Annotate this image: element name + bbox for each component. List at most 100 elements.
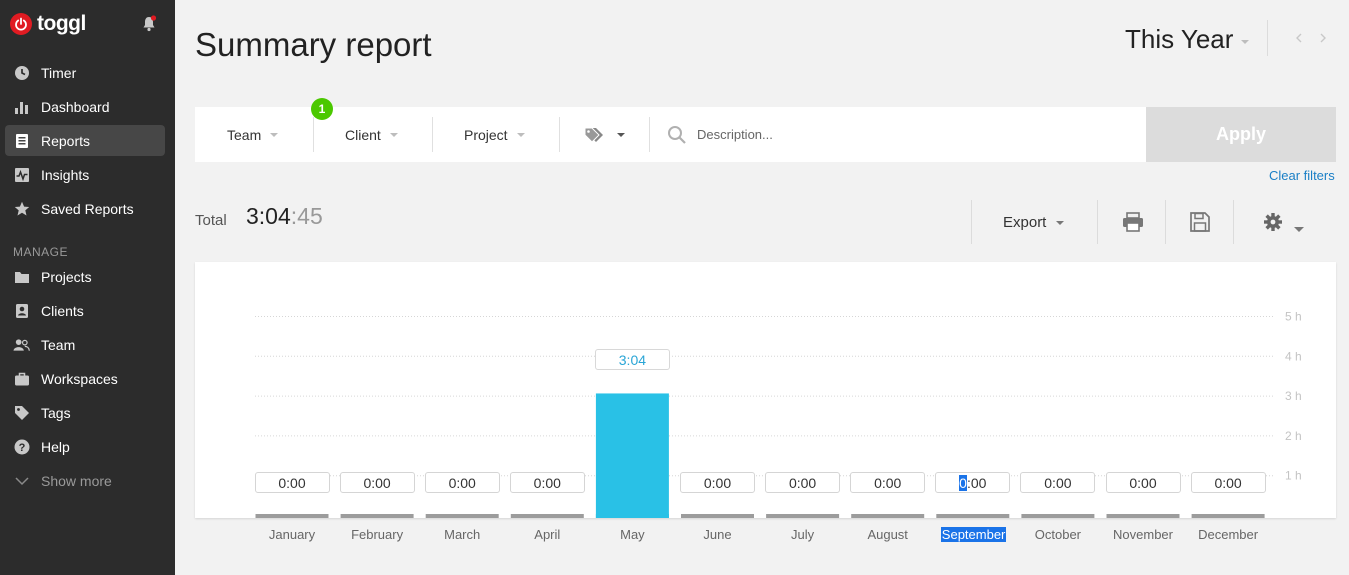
y-tick-label: 5 h: [1285, 310, 1302, 324]
y-tick-label: 3 h: [1285, 389, 1302, 403]
caret-down-icon: [516, 132, 525, 137]
caret-down-icon: [1241, 39, 1250, 44]
sidebar-item-dashboard[interactable]: Dashboard: [5, 91, 165, 122]
chevron-left-icon: [1296, 33, 1302, 43]
x-tick-label: December: [1198, 527, 1259, 542]
sidebar-item-label: Reports: [41, 132, 91, 149]
bar-value-label: 0:00: [254, 472, 330, 493]
bar-value-label: 0:00: [680, 472, 755, 493]
sidebar-item-insights[interactable]: Insights: [5, 159, 165, 190]
settings-button[interactable]: [1261, 210, 1285, 234]
contact-icon: [13, 302, 30, 319]
bar-baseline: [1021, 514, 1095, 518]
description-search-input[interactable]: [697, 124, 997, 144]
sidebar-item-help[interactable]: ? Help: [5, 431, 165, 462]
sidebar-item-projects[interactable]: Projects: [5, 261, 165, 292]
divider: [559, 117, 560, 152]
export-button[interactable]: Export: [1003, 214, 1065, 231]
sidebar-item-tags[interactable]: Tags: [5, 397, 165, 428]
filter-client[interactable]: Client: [345, 107, 398, 162]
divider: [1097, 200, 1098, 244]
sidebar-item-show-more[interactable]: Show more: [5, 465, 165, 496]
search-icon: [667, 107, 687, 162]
sidebar-item-label: Insights: [41, 166, 90, 183]
x-tick-label: April: [534, 527, 561, 542]
sidebar-item-clients[interactable]: Clients: [5, 295, 165, 326]
sidebar-item-label: Projects: [41, 268, 92, 285]
folder-icon: [13, 268, 30, 285]
save-icon[interactable]: [1188, 210, 1212, 234]
sidebar-item-timer[interactable]: Timer: [5, 57, 165, 88]
sidebar-item-team[interactable]: Team: [5, 329, 165, 360]
prev-period-button[interactable]: [1292, 31, 1306, 45]
bar-baseline: [851, 514, 925, 518]
bar-value-label: 0:00: [935, 472, 1011, 493]
x-tick-label: February: [351, 527, 404, 542]
bar-baseline: [936, 514, 1010, 518]
bar-baseline: [681, 514, 754, 518]
brand-name: toggl: [37, 12, 86, 35]
bar-baseline: [766, 514, 840, 518]
caret-down-icon: [1056, 220, 1065, 225]
y-tick-label: 4 h: [1285, 349, 1302, 363]
filter-team[interactable]: Team 1: [227, 98, 333, 162]
clear-filters-link[interactable]: Clear filters: [1269, 168, 1335, 183]
caret-down-icon: [270, 132, 279, 137]
apply-button[interactable]: Apply: [1146, 107, 1336, 162]
print-icon[interactable]: [1121, 210, 1145, 234]
x-tick-label: June: [703, 527, 732, 542]
sidebar-item-label: Tags: [41, 404, 71, 421]
brand[interactable]: toggl: [10, 12, 86, 36]
filter-client-label: Client: [345, 126, 381, 143]
gear-icon: [1264, 213, 1282, 231]
filter-bar: Team 1 Client Project: [195, 98, 1146, 162]
chevron-right-icon: [1320, 33, 1326, 43]
total-label: Total: [195, 212, 227, 229]
divider: [1165, 200, 1166, 244]
bar-value-label: 0:00: [424, 472, 500, 493]
filter-project[interactable]: Project: [464, 107, 525, 162]
x-tick-label: October: [1034, 527, 1082, 542]
bar-value-label: 0:00: [850, 472, 926, 493]
svg-text:?: ?: [18, 442, 25, 454]
pulse-icon: [13, 166, 30, 183]
x-tick-label: January: [268, 527, 316, 542]
notification-bell-icon[interactable]: [141, 15, 157, 37]
bar-value-label: 0:00: [1020, 472, 1096, 493]
sidebar-item-label: Show more: [41, 472, 112, 489]
sidebar-item-workspaces[interactable]: Workspaces: [5, 363, 165, 394]
chevron-down-icon: [13, 472, 30, 489]
filter-tags[interactable]: [584, 107, 625, 162]
bar-baseline: [1191, 514, 1265, 518]
manage-section-label: MANAGE: [13, 245, 69, 259]
total-duration: 3:04:45: [246, 203, 323, 230]
bar-may[interactable]: [595, 393, 669, 518]
divider: [432, 117, 433, 152]
export-label: Export: [1003, 214, 1047, 231]
bar-value-label: 0:00: [509, 472, 585, 493]
users-icon: [13, 336, 30, 353]
next-period-button[interactable]: [1316, 31, 1330, 45]
sidebar-item-label: Dashboard: [41, 98, 110, 115]
sidebar-item-label: Help: [41, 438, 70, 455]
sidebar-item-label: Clients: [41, 302, 84, 319]
bar-value-label: 3:04: [594, 349, 670, 371]
bar-baseline: [425, 514, 499, 518]
caret-down-icon[interactable]: [1294, 219, 1304, 237]
bar-baseline: [1106, 514, 1180, 518]
sidebar-item-label: Workspaces: [41, 370, 118, 387]
y-tick-label: 2 h: [1285, 429, 1302, 443]
x-tick-label: July: [791, 527, 815, 542]
sidebar-item-saved-reports[interactable]: Saved Reports: [5, 193, 165, 224]
filter-project-label: Project: [464, 126, 508, 143]
period-selector[interactable]: This Year: [1125, 24, 1250, 55]
caret-down-icon: [617, 132, 625, 137]
y-tick-label: 1 h: [1285, 469, 1302, 483]
total-seconds: :45: [290, 203, 323, 229]
sidebar-item-reports[interactable]: Reports: [5, 125, 165, 156]
x-tick-label: September: [940, 527, 1007, 542]
divider: [1233, 200, 1234, 244]
document-icon: [13, 132, 30, 149]
period-label: This Year: [1125, 24, 1234, 54]
divider: [1267, 20, 1268, 56]
